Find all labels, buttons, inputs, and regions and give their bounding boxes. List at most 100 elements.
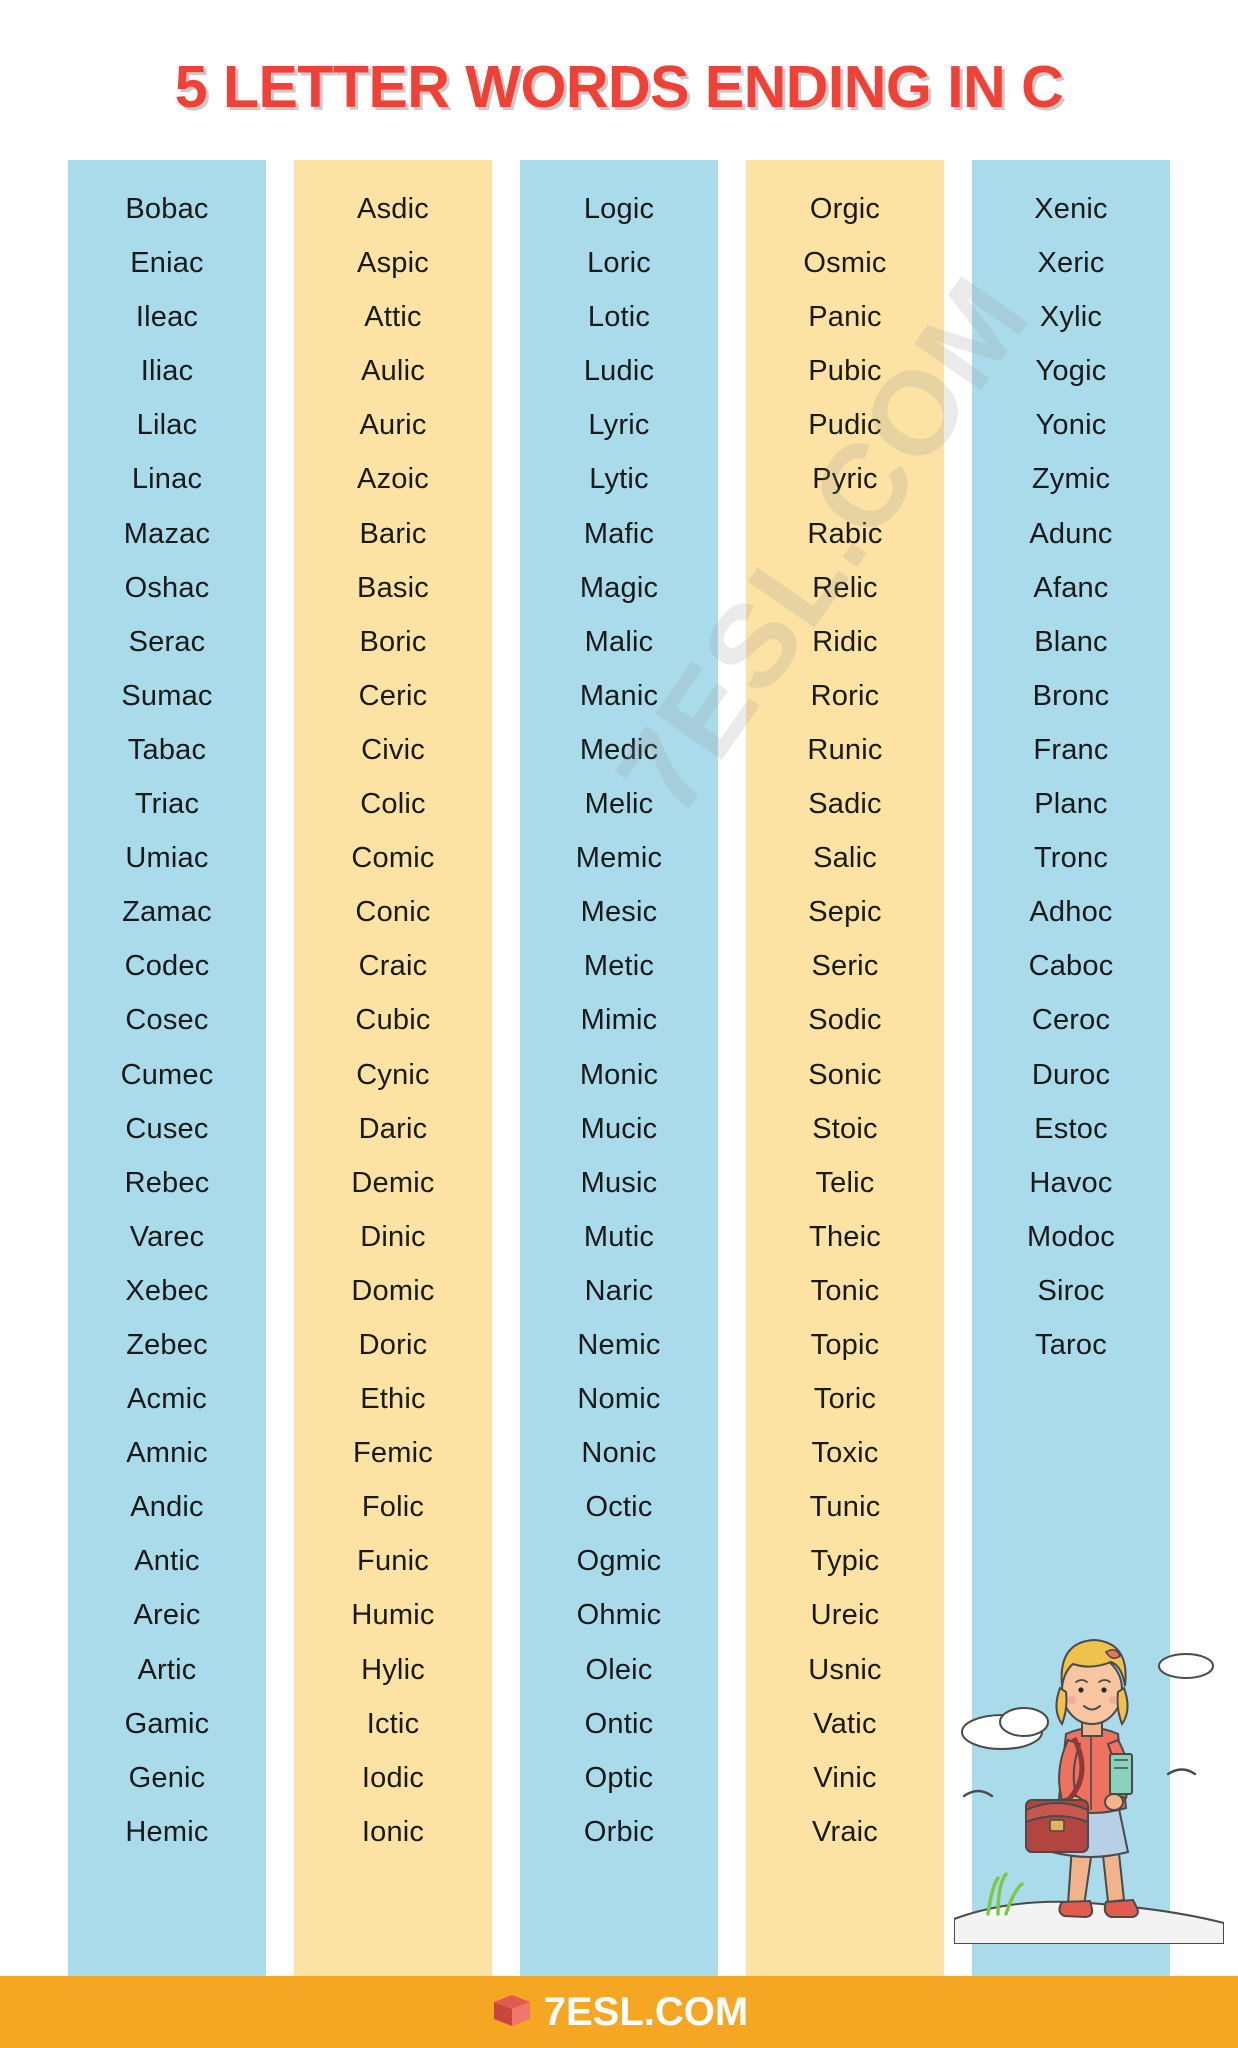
word-item: Ludic	[583, 355, 655, 388]
word-item: Orbic	[583, 1815, 655, 1848]
word-item: Aulic	[361, 355, 425, 388]
word-item: Femic	[353, 1437, 433, 1470]
word-item: Vraic	[812, 1815, 878, 1848]
word-item: Xeric	[1037, 247, 1105, 280]
word-column-2: Asdic Aspic Attic Aulic Auric Azoic Baric Basic…	[294, 160, 492, 2048]
word-item: Music	[580, 1166, 658, 1199]
word-item: Ureic	[810, 1599, 880, 1632]
word-item: Seric	[811, 950, 879, 983]
word-item: Bobac	[125, 193, 209, 225]
word-column-3: Logic Loric Lotic Ludic Lyric Lytic Mafic Magic…	[520, 160, 718, 2048]
word-item: Doric	[358, 1328, 428, 1361]
word-item: Relic	[812, 571, 878, 604]
word-item: Sumac	[121, 679, 213, 712]
word-column-5: Xenic Xeric Xylic Yogic Yonic Zymic Adunc Afanc…	[972, 160, 1170, 2048]
word-item: Ionic	[361, 1815, 425, 1848]
word-item: Colic	[360, 788, 426, 821]
word-item: Toxic	[811, 1437, 879, 1470]
word-item: Vatic	[813, 1707, 877, 1740]
word-item: Daric	[358, 1112, 428, 1145]
word-item: Xenic	[1034, 193, 1108, 225]
word-item: Theic	[809, 1220, 881, 1253]
word-item: Sepic	[808, 896, 882, 929]
word-item: Franc	[1033, 733, 1109, 766]
7esl-logo-icon	[490, 1992, 534, 2032]
word-item: Nonic	[581, 1437, 657, 1470]
word-item: Auric	[359, 409, 427, 442]
word-item: Ohmic	[576, 1599, 662, 1632]
word-item: Logic	[583, 193, 655, 225]
footer-bar: 7ESL.COM	[0, 1976, 1238, 2048]
word-item: Runic	[807, 733, 883, 766]
word-item: Cusec	[125, 1112, 209, 1145]
word-item: Xebec	[125, 1274, 209, 1307]
word-item: Nomic	[577, 1383, 661, 1416]
word-item: Ogmic	[576, 1545, 662, 1578]
word-item: Amnic	[126, 1437, 208, 1470]
word-item: Tabac	[127, 733, 207, 766]
word-item: Oshac	[124, 571, 210, 604]
word-item: Ridic	[812, 625, 878, 658]
word-item: Azoic	[357, 463, 429, 496]
word-item: Domic	[351, 1274, 435, 1307]
word-item: Ileac	[135, 301, 199, 334]
word-item: Lotic	[587, 301, 651, 334]
word-item: Mafic	[583, 517, 655, 550]
word-item: Humic	[351, 1599, 435, 1632]
word-column-4: Orgic Osmic Panic Pubic Pudic Pyric Rabic Relic…	[746, 160, 944, 2048]
word-item: Antic	[134, 1545, 200, 1578]
word-item: Lytic	[589, 463, 649, 496]
word-columns: Bobac Eniac Ileac Iliac Lilac Linac Mazac Oshac…	[0, 160, 1238, 2048]
word-item: Folic	[361, 1491, 425, 1524]
word-item: Manic	[579, 679, 659, 712]
word-item: Taroc	[1035, 1328, 1107, 1361]
word-item: Vinic	[813, 1761, 877, 1794]
word-item: Umiac	[125, 842, 209, 875]
word-item: Hemic	[125, 1815, 209, 1848]
word-item: Caboc	[1028, 950, 1114, 983]
word-item: Memic	[575, 842, 663, 875]
word-item: Conic	[355, 896, 431, 929]
word-item: Mucic	[580, 1112, 658, 1145]
word-item: Ontic	[584, 1707, 654, 1740]
word-item: Optic	[584, 1761, 654, 1794]
word-item: Usnic	[808, 1653, 882, 1686]
word-item: Pudic	[808, 409, 882, 442]
word-item: Bronc	[1032, 679, 1110, 712]
word-item: Yogic	[1035, 355, 1107, 388]
word-item: Adhoc	[1029, 896, 1113, 929]
word-item: Typic	[810, 1545, 880, 1578]
word-item: Areic	[133, 1599, 201, 1632]
word-item: Planc	[1034, 788, 1108, 821]
page-title: 5 LETTER WORDS ENDING IN C	[174, 54, 1064, 120]
word-item: Baric	[359, 517, 427, 550]
word-item: Mazac	[123, 517, 211, 550]
word-item: Loric	[587, 247, 651, 280]
word-item: Rabic	[807, 517, 883, 550]
word-item: Iodic	[361, 1761, 425, 1794]
word-item: Monic	[579, 1058, 659, 1091]
word-item: Octic	[585, 1491, 653, 1524]
word-item: Lilac	[136, 409, 198, 442]
word-item: Rebec	[124, 1166, 210, 1199]
word-item: Xylic	[1039, 301, 1103, 334]
word-item: Tronc	[1033, 842, 1109, 875]
word-item: Attic	[364, 301, 422, 334]
word-item: Pubic	[808, 355, 882, 388]
word-item: Ictic	[366, 1707, 420, 1740]
word-item: Magic	[579, 571, 659, 604]
word-item: Nemic	[577, 1328, 661, 1361]
word-item: Duroc	[1031, 1058, 1111, 1091]
word-item: Yonic	[1035, 409, 1107, 442]
word-item: Cumec	[120, 1058, 214, 1091]
word-item: Andic	[130, 1491, 204, 1524]
word-item: Stoic	[812, 1112, 878, 1145]
word-item: Panic	[808, 301, 882, 334]
word-item: Tonic	[810, 1274, 880, 1307]
word-item: Tunic	[809, 1491, 881, 1524]
footer-brand-text: 7ESL.COM	[543, 1989, 749, 2034]
word-item: Osmic	[803, 247, 887, 280]
word-item: Estoc	[1034, 1112, 1108, 1145]
word-item: Basic	[357, 571, 429, 604]
word-item: Hylic	[361, 1653, 425, 1686]
